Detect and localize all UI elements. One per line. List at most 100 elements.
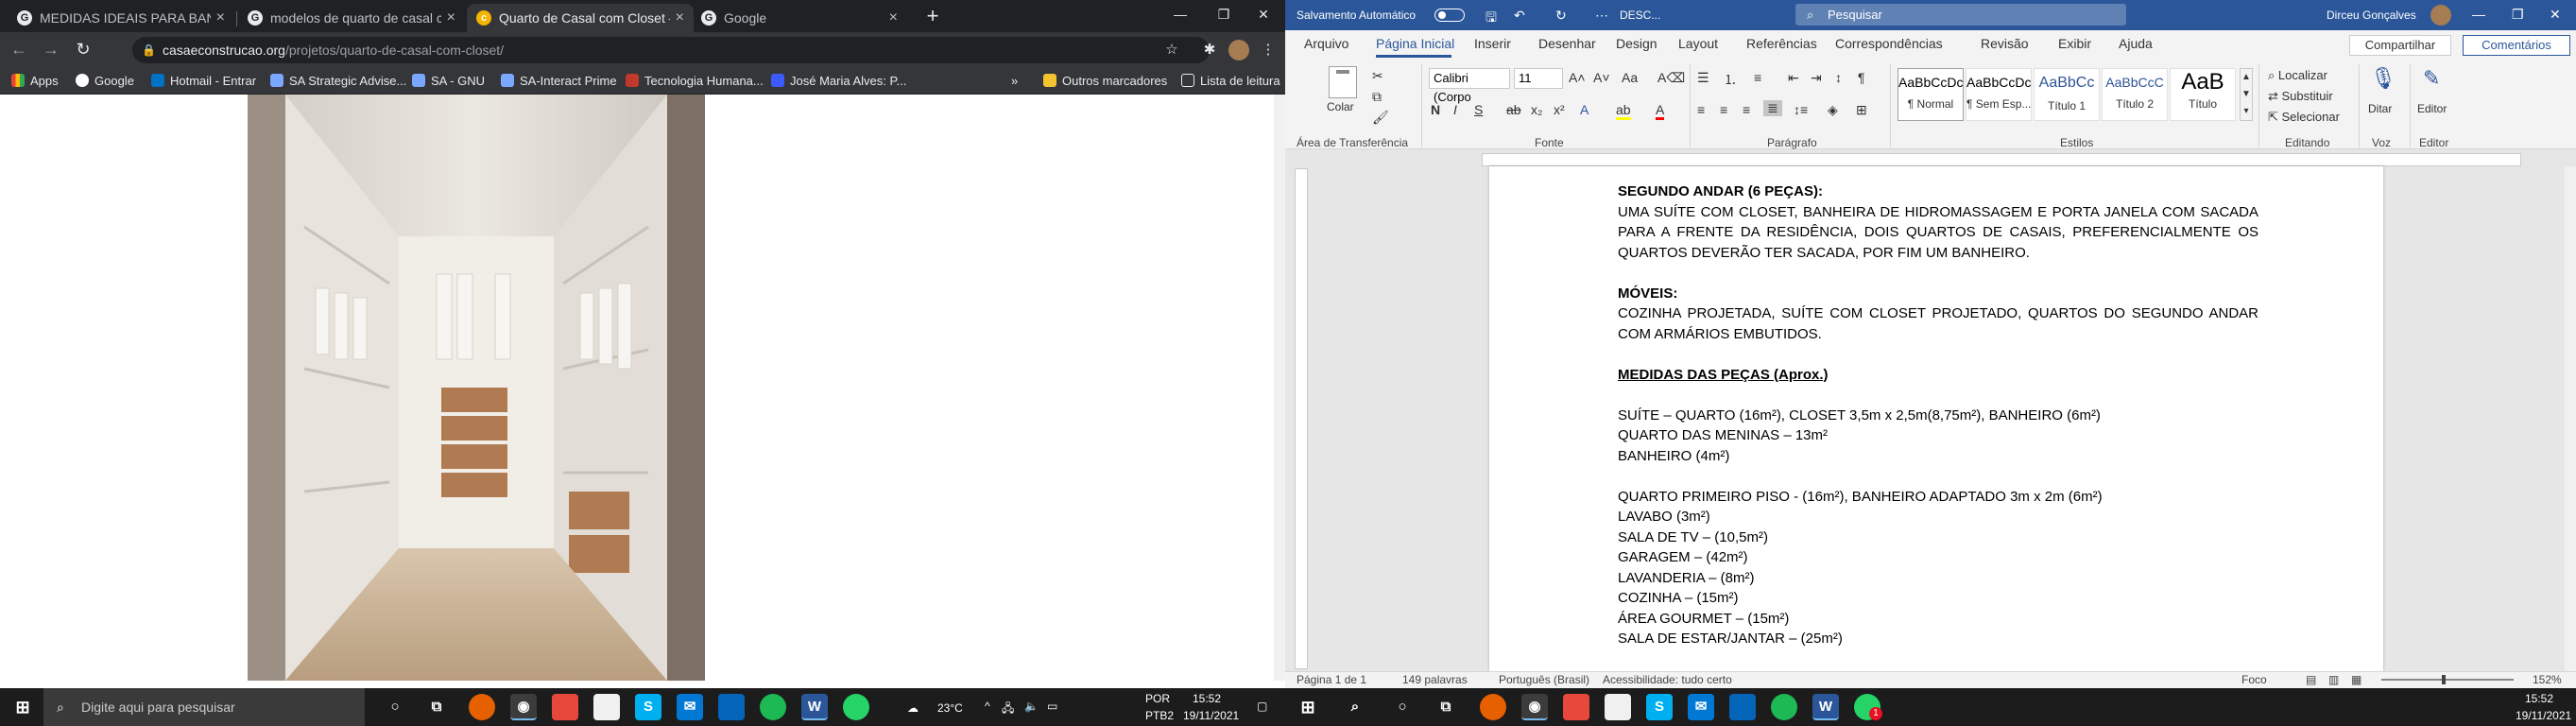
cortana-icon[interactable]: ○ — [1389, 694, 1416, 720]
network-icon[interactable]: 🖧 — [1002, 700, 1014, 719]
whatsapp-icon[interactable] — [843, 694, 869, 720]
weather-temp[interactable]: 23°C — [937, 701, 963, 715]
doc-paragraph[interactable]: COZINHA – (15m²) — [1618, 588, 2258, 609]
forward-arrow-icon[interactable]: → — [40, 38, 62, 60]
search-icon[interactable]: ⌕ — [1342, 694, 1368, 720]
office-icon[interactable] — [1563, 694, 1589, 720]
page-scrollbar[interactable] — [1274, 95, 1285, 681]
bookmark-jose-maria[interactable]: José Maria Alves: P... — [771, 70, 906, 91]
proofing-language[interactable]: Português (Brasil) — [1499, 673, 1589, 686]
extensions-puzzle-icon[interactable]: ✱ — [1198, 39, 1221, 61]
sort-icon[interactable]: ↕ — [1835, 70, 1842, 85]
tab-modelos-quarto[interactable]: G modelos de quarto de casal com × — [238, 4, 465, 32]
bookmark-apps[interactable]: Apps — [11, 70, 59, 91]
doc-paragraph[interactable]: COZINHA PROJETADA, SUÍTE COM CLOSET PROJ… — [1618, 303, 2258, 344]
align-center-icon[interactable]: ≡ — [1720, 102, 1727, 117]
tab-correspondencias[interactable]: Correspondências — [1835, 36, 1943, 51]
comments-button[interactable]: Comentários — [2463, 35, 2570, 56]
bookmark-star-icon[interactable]: ☆ — [1160, 39, 1183, 61]
highlight-icon[interactable]: ab — [1616, 102, 1631, 120]
document-body[interactable]: SEGUNDO ANDAR (6 PEÇAS): UMA SUÍTE COM CL… — [1618, 182, 2258, 649]
tab-layout[interactable]: Layout — [1678, 36, 1718, 51]
shading-icon[interactable]: ◈ — [1828, 102, 1838, 118]
doc-paragraph[interactable]: UMA SUÍTE COM CLOSET, BANHEIRA DE HIDROM… — [1618, 202, 2258, 264]
style-title[interactable]: AaB Título — [2170, 68, 2236, 121]
print-layout-icon[interactable]: ▥ — [2328, 673, 2339, 686]
clock-time[interactable]: 15:52 — [1193, 692, 1221, 705]
numbering-icon[interactable]: ⒈ — [1724, 70, 1737, 89]
menu-dots-icon[interactable]: ⋮ — [1257, 39, 1279, 61]
paste-button[interactable]: Colar — [1327, 100, 1354, 113]
user-avatar[interactable] — [2430, 5, 2451, 26]
tab-google[interactable]: G Google × — [692, 4, 907, 32]
select-button[interactable]: ⇱ Selecionar — [2268, 110, 2340, 125]
editor-button[interactable]: Editor — [2417, 102, 2447, 115]
editor-pen-icon[interactable]: ✎ — [2423, 66, 2440, 91]
doc-paragraph[interactable]: GARAGEM – (42m²) — [1618, 547, 2258, 568]
autosave-toggle[interactable] — [1434, 9, 1465, 22]
close-tab-icon[interactable]: × — [216, 9, 225, 26]
doc-paragraph[interactable]: ÁREA GOURMET – (15m²) — [1618, 609, 2258, 630]
skype-icon[interactable]: S — [1646, 694, 1673, 720]
redo-icon[interactable]: ↻ — [1555, 8, 1567, 24]
task-view-icon[interactable]: ⧉ — [423, 694, 450, 720]
superscript-icon[interactable]: x² — [1554, 102, 1565, 117]
firefox-icon[interactable] — [1480, 694, 1506, 720]
find-button[interactable]: ⌕ Localizar — [2268, 68, 2327, 83]
restore-button[interactable]: ❐ — [2512, 7, 2524, 23]
close-tab-icon[interactable]: × — [889, 9, 898, 26]
minimize-button[interactable]: — — [1159, 0, 1202, 32]
lock-icon[interactable]: 🔒 — [142, 43, 156, 57]
tab-referencias[interactable]: Referências — [1746, 36, 1817, 51]
doc-paragraph[interactable]: BANHEIRO (4m²) — [1618, 446, 2258, 467]
input-language[interactable]: POR — [1145, 692, 1170, 705]
doc-paragraph[interactable] — [1618, 466, 2258, 487]
doc-paragraph[interactable]: LAVANDERIA – (8m²) — [1618, 568, 2258, 589]
change-case-icon[interactable]: Aa — [1622, 70, 1638, 85]
shrink-font-icon[interactable]: A˅ — [1593, 70, 1610, 85]
spotify-icon[interactable] — [1771, 694, 1797, 720]
doc-paragraph[interactable]: MEDIDAS DAS PEÇAS (Aprox.) — [1618, 365, 2258, 386]
style-heading-1[interactable]: AaBbCc Título 1 — [2034, 68, 2100, 121]
mail-icon[interactable]: ✉ — [1688, 694, 1714, 720]
strikethrough-icon[interactable]: ab — [1506, 102, 1521, 117]
bookmark-tecnologia-humana[interactable]: Tecnologia Humana... — [626, 70, 764, 91]
address-bar[interactable]: casaeconstrucao.org/projetos/quarto-de-c… — [132, 37, 1210, 63]
profile-avatar[interactable] — [1228, 40, 1249, 60]
mail-icon[interactable]: ✉ — [677, 694, 703, 720]
volume-icon[interactable]: 🔈 — [1024, 700, 1039, 713]
word-icon[interactable]: W — [1812, 694, 1839, 720]
close-tab-icon[interactable]: × — [676, 9, 684, 26]
outlook-icon[interactable] — [718, 694, 745, 720]
windows-start-icon[interactable]: ⊞ — [1295, 694, 1321, 720]
reload-icon[interactable]: ↻ — [72, 38, 94, 60]
doc-paragraph[interactable] — [1618, 344, 2258, 365]
close-tab-icon[interactable]: × — [447, 9, 455, 26]
word-count[interactable]: 149 palavras — [1402, 673, 1468, 686]
bookmark-hotmail[interactable]: Hotmail - Entrar — [151, 70, 256, 91]
justify-icon[interactable]: ≣ — [1763, 100, 1782, 116]
copy-icon[interactable]: ⧉ — [1372, 89, 1382, 105]
replace-button[interactable]: ⇄ Substituir — [2268, 89, 2333, 104]
accessibility-status[interactable]: Acessibilidade: tudo certo — [1603, 673, 1732, 686]
font-size-select[interactable]: 11 — [1514, 68, 1563, 89]
web-layout-icon[interactable]: ▦ — [2351, 673, 2361, 686]
bookmark-sa-strategic[interactable]: SA Strategic Advise... — [270, 70, 406, 91]
other-bookmarks-folder[interactable]: Outros marcadores — [1043, 70, 1167, 91]
customize-toolbar-icon[interactable]: ⋯ — [1595, 8, 1608, 24]
word-search-box[interactable]: Pesquisar — [1795, 4, 2126, 26]
subscript-icon[interactable]: x₂ — [1531, 102, 1542, 117]
chrome-icon[interactable]: ◉ — [1521, 694, 1548, 720]
increase-indent-icon[interactable]: ⇥ — [1811, 70, 1822, 86]
microphone-icon[interactable]: 🎙 — [2370, 66, 2396, 91]
style-heading-2[interactable]: AaBbCcC Título 2 — [2102, 68, 2168, 121]
grow-font-icon[interactable]: A˄ — [1569, 70, 1586, 85]
windows-start-icon[interactable]: ⊞ — [9, 694, 36, 720]
office-icon[interactable] — [552, 694, 578, 720]
battery-icon[interactable]: ▭ — [1047, 700, 1057, 713]
zoom-slider[interactable] — [2381, 675, 2514, 684]
share-button[interactable]: Compartilhar — [2349, 35, 2451, 56]
file-icon[interactable] — [593, 694, 620, 720]
styles-gallery-scroll[interactable]: ▲ ▼ ▾ — [2240, 68, 2253, 121]
clock-date[interactable]: 19/11/2021 — [2516, 709, 2571, 722]
